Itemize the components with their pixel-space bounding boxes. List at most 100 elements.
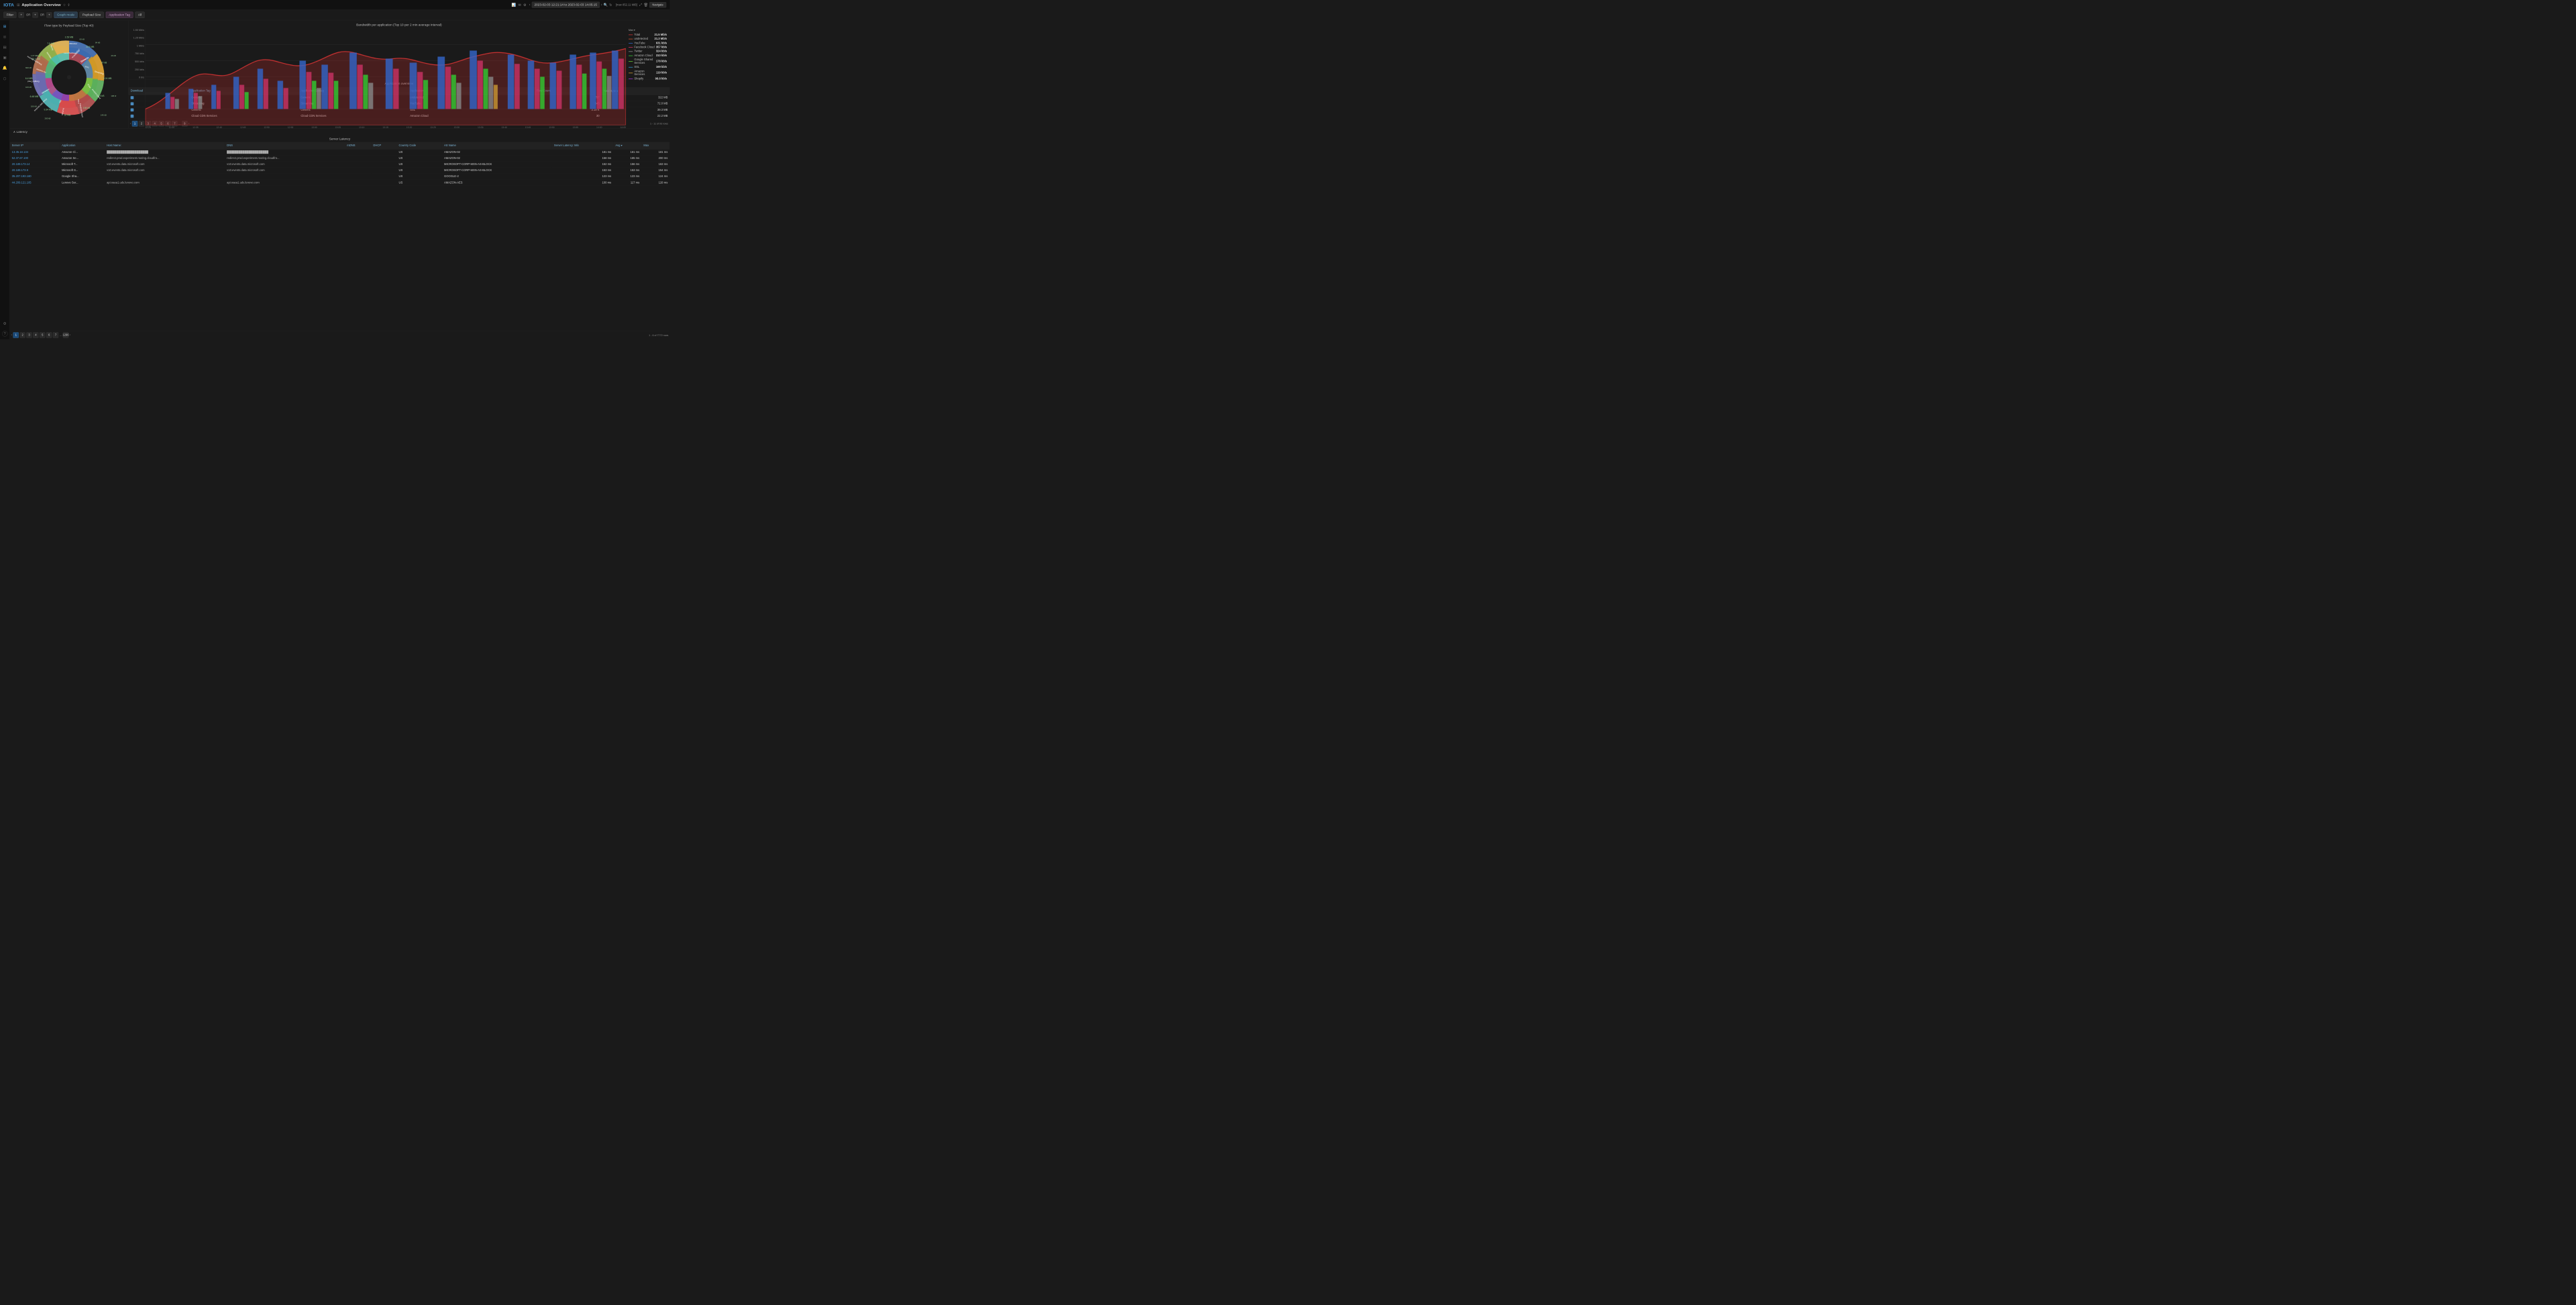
- payload-size-button[interactable]: Payload Size: [80, 12, 104, 18]
- table-row: 20.189.173.14 Microsoft T... v10.events.…: [10, 161, 670, 167]
- page-1-btn[interactable]: 1: [132, 121, 138, 126]
- storage-label: [max 852.11 MiB]: [616, 3, 637, 7]
- page-2-btn[interactable]: 2: [139, 121, 144, 126]
- next-icon[interactable]: ›: [601, 3, 602, 7]
- time-range[interactable]: 2023-02-03 12:21:14 to 2023-02-03 14:05:…: [532, 2, 600, 8]
- latency-header[interactable]: ∧ Latency: [10, 128, 670, 136]
- legend-item-google-shared: Google Shared Services 178 kb/s: [629, 58, 667, 64]
- plus-1-button[interactable]: +: [19, 12, 24, 17]
- all-button[interactable]: All: [135, 12, 144, 18]
- prev-icon[interactable]: ‹: [529, 3, 531, 7]
- app-title: Application Overview: [21, 3, 60, 7]
- right-content: Bandwidth per application (Top 10 per 2 …: [128, 20, 669, 128]
- svg-text:198 kB: 198 kB: [83, 107, 91, 109]
- delete-icon[interactable]: 🗑: [643, 3, 648, 7]
- chart-icon[interactable]: 📊: [512, 3, 516, 7]
- svg-text:Google Cloud: Google Cloud: [28, 80, 40, 83]
- legend-max-label[interactable]: Max ▾: [629, 28, 667, 31]
- col-latency-avg[interactable]: Avg ▾: [613, 142, 641, 150]
- app-tag-button[interactable]: Application Tag: [106, 12, 133, 18]
- table-row: 35.207.193.180 Google Sha... US GOOGLE-2…: [10, 174, 670, 180]
- star-icon[interactable]: ☆: [63, 3, 66, 7]
- share-icon[interactable]: ⇪: [67, 3, 70, 7]
- col-server-ip[interactable]: Server IP: [10, 142, 60, 150]
- navigate-button[interactable]: Navigate: [649, 2, 666, 7]
- y-axis-labels: 1.50 Mb/s 1.25 Mb/s 1 Mb/s 750 kb/s 500 …: [131, 28, 146, 79]
- content-area: Flow type by Payload Size (Top 40): [10, 20, 670, 340]
- svg-text:60 kB: 60 kB: [79, 38, 84, 40]
- latency-page-5[interactable]: 5: [40, 332, 45, 337]
- col-hostname[interactable]: Host Name:: [105, 142, 225, 150]
- table-row: 20.189.173.9 Microsoft S... v10.events.d…: [10, 167, 670, 173]
- legend-item-facebook: Facebook Cloud 357 kb/s: [629, 46, 667, 49]
- topbar: IOTA ⊞ Application Overview ☆ ⇪ 📊 ✉ ⚙ ‹ …: [0, 0, 669, 10]
- svg-text:46 kB: 46 kB: [111, 54, 115, 57]
- globe-sidebar-icon[interactable]: ◎: [1, 34, 7, 40]
- expand-icon[interactable]: ⤢: [639, 3, 642, 7]
- legend-item-youtube: YouTube 631 kb/s: [629, 42, 667, 45]
- prev-page-btn[interactable]: ‹: [130, 122, 131, 125]
- latency-rows-info: 1 - 6 of 7772 rows: [649, 333, 668, 336]
- bandwidth-panel: Bandwidth per application (Top 10 per 2 …: [128, 20, 669, 79]
- table-row: 52.37.87.100 Amazon Se... redirect.prod.…: [10, 155, 670, 161]
- app-logo: IOTA: [3, 2, 14, 7]
- refresh-icon[interactable]: ↻: [609, 3, 612, 7]
- svg-text:JSDeliver: JSDeliver: [69, 42, 77, 45]
- latency-page-4[interactable]: 4: [33, 332, 38, 337]
- rows-info: 1 - 11 of 93 rows: [650, 122, 668, 125]
- svg-text:6.4 MB: 6.4 MB: [25, 77, 33, 80]
- col-as-name[interactable]: AS Name: [442, 142, 552, 150]
- main-content: ⊞ ◎ ▤ ▣ 🔔 ⬡ ⚙ ? Flow type by Payload Siz…: [0, 20, 669, 340]
- svg-text:37 kB: 37 kB: [101, 61, 107, 64]
- latency-prev-btn[interactable]: ‹: [11, 333, 12, 337]
- latency-page-6[interactable]: 6: [46, 332, 52, 337]
- col-latency-min[interactable]: Server Latency: Min: [552, 142, 613, 150]
- donut-panel: Flow type by Payload Size (Top 40): [10, 20, 129, 128]
- filter-button[interactable]: Filter: [3, 12, 16, 18]
- graph-mode-button[interactable]: Graph mode: [54, 12, 78, 18]
- latency-page-1296[interactable]: 1296: [63, 332, 68, 337]
- help-sidebar-icon[interactable]: ?: [2, 331, 7, 336]
- filterbar: Filter + OR + OR + Graph mode Payload Si…: [0, 10, 669, 21]
- latency-table-wrapper[interactable]: Server IP Application Host Name: DNS mDN…: [10, 142, 670, 331]
- charts-row: Flow type by Payload Size (Top 40): [10, 20, 670, 128]
- svg-text:166 kB: 166 kB: [31, 105, 37, 107]
- svg-text:9.34 MB: 9.34 MB: [44, 109, 52, 111]
- mail-icon[interactable]: ✉: [518, 3, 521, 7]
- legend-item-total: Total 21.5 Mb/s: [629, 33, 667, 36]
- grid-sidebar-icon[interactable]: ⊞: [1, 23, 7, 29]
- monitor-sidebar-icon[interactable]: ▣: [1, 54, 7, 60]
- svg-text:16 MB: 16 MB: [64, 113, 71, 116]
- svg-text:163 kB: 163 kB: [25, 86, 32, 89]
- latency-ellipsis: ...: [60, 333, 62, 337]
- col-country[interactable]: Country Code: [396, 142, 442, 150]
- or-1-label: OR: [26, 13, 30, 17]
- zoom-icon[interactable]: 🔍: [604, 3, 608, 7]
- svg-text:1.07 MB: 1.07 MB: [31, 54, 38, 57]
- bandwidth-title: Bandwidth per application (Top 10 per 2 …: [131, 23, 667, 26]
- legend-item-ssl: SSL 169 kb/s: [629, 66, 667, 69]
- shield-sidebar-icon[interactable]: ⬡: [1, 75, 7, 81]
- bell-sidebar-icon[interactable]: 🔔: [1, 65, 7, 71]
- settings-sidebar-icon[interactable]: ⚙: [1, 321, 7, 327]
- latency-page-1[interactable]: 1: [13, 332, 19, 337]
- table-row: 13.35.18.134 Amazon Cl... ██████████████…: [10, 149, 670, 155]
- col-dhcp[interactable]: DHCP: [371, 142, 396, 150]
- plus-3-button[interactable]: +: [46, 12, 52, 17]
- latency-page-2[interactable]: 2: [19, 332, 25, 337]
- layers-sidebar-icon[interactable]: ▤: [1, 44, 7, 50]
- legend-item-amazon-cloud: Amazon Cloud 310 kb/s: [629, 54, 667, 58]
- server-latency-title: Server Latency: [10, 136, 670, 142]
- col-dns[interactable]: DNS: [225, 142, 345, 150]
- col-latency-max[interactable]: Max: [641, 142, 669, 150]
- latency-page-3[interactable]: 3: [26, 332, 32, 337]
- legend-item-undetected: undetected 21.3 Mb/s: [629, 38, 667, 41]
- donut-chart: 32.5 MB 37 kB 5.24 MB 2.74 kB 198 kB 16 …: [22, 30, 116, 124]
- latency-header-row: Server IP Application Host Name: DNS mDN…: [10, 142, 670, 150]
- plus-2-button[interactable]: +: [32, 12, 38, 17]
- gear-icon[interactable]: ⚙: [523, 3, 527, 7]
- latency-page-7[interactable]: 7: [53, 332, 58, 337]
- col-mdns[interactable]: mDNS: [345, 142, 371, 150]
- svg-text:5.24 MB: 5.24 MB: [103, 77, 112, 80]
- col-application[interactable]: Application: [60, 142, 105, 150]
